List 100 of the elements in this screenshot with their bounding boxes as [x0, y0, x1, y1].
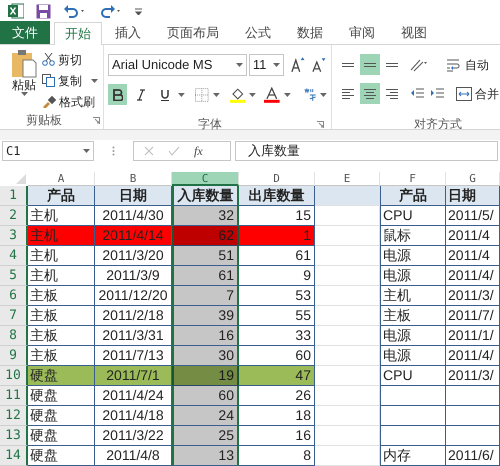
- table-cell: 19: [172, 366, 239, 386]
- decrease-indent-icon[interactable]: [410, 87, 424, 100]
- check-icon[interactable]: [168, 146, 180, 156]
- ribbon-tab[interactable]: 开始: [54, 22, 102, 45]
- table-cell: 2011/4: [446, 246, 500, 266]
- table-cell: 主机: [28, 246, 95, 266]
- table-cell: 2011/7/1: [95, 366, 172, 386]
- table-cell: 51: [172, 246, 239, 266]
- paste-button[interactable]: 粘贴: [6, 45, 42, 111]
- ribbon-tab[interactable]: 文件: [0, 21, 50, 44]
- table-cell: 25: [172, 426, 239, 446]
- column-header[interactable]: C: [172, 172, 239, 186]
- table-cell: CPU: [380, 366, 446, 386]
- table-cell: 主板: [28, 286, 95, 306]
- paintbrush-icon: [42, 95, 56, 108]
- cut-button[interactable]: 剪切: [42, 50, 98, 69]
- font-name-field[interactable]: Arial Unicode MS: [108, 54, 247, 76]
- table-cell: 13: [172, 446, 239, 466]
- table-cell: 硬盘: [28, 446, 95, 466]
- empty-cell: [380, 386, 446, 406]
- increase-indent-icon[interactable]: [430, 87, 444, 100]
- bold-button[interactable]: [108, 84, 128, 105]
- row-header[interactable]: 13: [0, 426, 28, 446]
- dropdown-arrow-icon[interactable]: [178, 92, 186, 96]
- empty-cell: [315, 266, 380, 286]
- table-cell: 日期: [446, 186, 500, 206]
- grow-font-icon[interactable]: [290, 57, 306, 73]
- table-cell: 主板: [380, 306, 446, 326]
- table-cell: 产品: [380, 186, 446, 206]
- table-cell: 硬盘: [28, 386, 95, 406]
- fill-color-icon[interactable]: [230, 86, 246, 102]
- dropdown-arrow-icon: [83, 149, 90, 153]
- row-header[interactable]: 3: [0, 226, 28, 246]
- table-cell: 主板: [28, 326, 95, 346]
- align-middle-button[interactable]: [360, 54, 380, 75]
- dropdown-arrow-icon[interactable]: [212, 92, 220, 96]
- font-size-field[interactable]: 11: [248, 54, 284, 76]
- table-cell: 硬盘: [28, 366, 95, 386]
- table-cell: 8: [239, 446, 315, 466]
- row-header[interactable]: 4: [0, 246, 28, 266]
- row-header[interactable]: 1: [0, 186, 28, 206]
- wrap-text-button[interactable]: 自动: [446, 56, 489, 74]
- insert-function-button[interactable]: fx: [194, 142, 203, 160]
- table-cell: 60: [172, 386, 239, 406]
- align-top-icon: [341, 62, 355, 66]
- borders-icon[interactable]: [195, 88, 209, 102]
- dropdown-arrow-icon[interactable]: [249, 92, 256, 96]
- align-bottom-icon: [385, 62, 399, 66]
- row-header[interactable]: 2: [0, 206, 28, 226]
- row-header[interactable]: 9: [0, 346, 28, 366]
- table-cell: 16: [172, 326, 239, 346]
- phonetic-guide-icon[interactable]: [302, 87, 316, 102]
- row-header[interactable]: 8: [0, 326, 28, 346]
- table-cell: 主机: [28, 266, 95, 286]
- row-header[interactable]: 10: [0, 366, 28, 386]
- ribbon-tab[interactable]: 审阅: [336, 21, 388, 44]
- format-painter-button[interactable]: 格式刷: [42, 92, 98, 111]
- empty-cell: [315, 406, 380, 426]
- save-icon[interactable]: [36, 4, 51, 18]
- row-header[interactable]: 11: [0, 386, 28, 406]
- empty-cell: [446, 386, 500, 406]
- dropdown-arrow-icon[interactable]: [284, 92, 291, 96]
- row-header[interactable]: 14: [0, 446, 28, 466]
- row-header[interactable]: 7: [0, 306, 28, 326]
- table-cell: 电源: [380, 346, 446, 366]
- name-box[interactable]: C1: [2, 141, 94, 161]
- row-header[interactable]: 6: [0, 286, 28, 306]
- ribbon-tab[interactable]: 页面布局: [154, 21, 232, 44]
- ribbon-tab[interactable]: 插入: [102, 21, 154, 44]
- table-cell: 24: [172, 406, 239, 426]
- table-cell: 主机: [28, 226, 95, 246]
- copy-button[interactable]: 复制: [42, 71, 98, 90]
- table-cell: 2011/7/: [446, 306, 500, 326]
- table-cell: 2011/4/: [446, 346, 500, 366]
- more-options-icon[interactable]: [112, 146, 115, 156]
- formula-field[interactable]: 入库数量: [235, 141, 498, 161]
- table-cell: 39: [172, 306, 239, 326]
- ribbon-tab[interactable]: 公式: [232, 21, 284, 44]
- dialog-launcher-icon[interactable]: [317, 120, 324, 128]
- row-header[interactable]: 5: [0, 266, 28, 286]
- align-center-button[interactable]: [360, 83, 380, 104]
- shrink-font-icon[interactable]: [311, 57, 327, 73]
- row-header[interactable]: 12: [0, 406, 28, 426]
- table-cell: 32: [172, 206, 239, 226]
- table-cell: 2011/3/: [446, 366, 500, 386]
- merge-button[interactable]: 合并: [456, 84, 499, 102]
- customize-menu-icon[interactable]: [135, 7, 142, 15]
- dialog-launcher-icon[interactable]: [93, 116, 100, 124]
- undo-icon[interactable]: [63, 4, 87, 18]
- font-color-icon[interactable]: [264, 86, 280, 102]
- table-cell: 2011/4: [446, 226, 500, 246]
- table-cell: 硬盘: [28, 426, 95, 446]
- italic-icon: [136, 88, 146, 100]
- redo-icon[interactable]: [99, 4, 123, 18]
- ribbon-tab[interactable]: 数据: [284, 21, 336, 44]
- empty-cell: [315, 346, 380, 366]
- dropdown-arrow-icon[interactable]: [320, 92, 327, 96]
- table-cell: 主板: [28, 306, 95, 326]
- ribbon-tab[interactable]: 视图: [388, 21, 440, 44]
- table-cell: 47: [239, 366, 315, 386]
